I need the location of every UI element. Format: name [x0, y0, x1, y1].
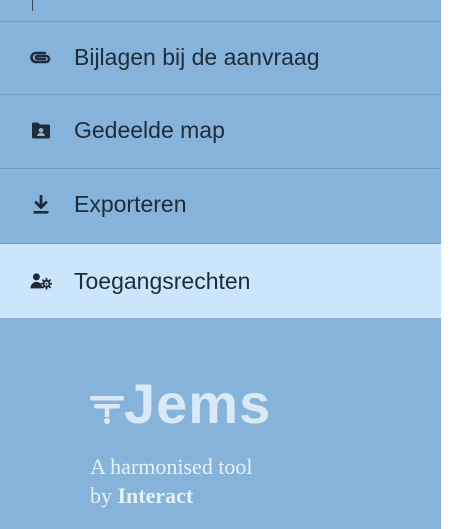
sidebar-item-shared-folder[interactable]: Gedeelde map — [0, 94, 441, 166]
sidebar-item-export[interactable]: Exporteren — [0, 168, 441, 240]
jems-logo-mark-icon — [90, 396, 124, 424]
paperclip-icon — [30, 47, 52, 69]
sidebar-item-label: Gedeelde map — [74, 117, 225, 143]
tagline-line-2: by Interact — [90, 483, 193, 509]
logo-wordmark: Jems — [124, 372, 272, 435]
sidebar-item-label: Toegangsrechten — [74, 267, 251, 294]
download-icon — [30, 194, 52, 216]
tagline-brand: Interact — [117, 483, 194, 508]
sidebar-top-edge — [0, 0, 441, 21]
shared-folder-icon — [30, 120, 52, 142]
sidebar-item-attachments[interactable]: Bijlagen bij de aanvraag — [0, 21, 441, 93]
sidebar: Bijlagen bij de aanvraag Gedeelde map Ex… — [0, 0, 441, 529]
sidebar-item-label: Bijlagen bij de aanvraag — [74, 44, 320, 70]
tagline-line-1: A harmonised tool — [90, 454, 253, 479]
sidebar-item-access-rights[interactable]: Toegangsrechten — [0, 243, 441, 318]
sidebar-item-label: Exporteren — [74, 191, 187, 217]
user-settings-icon — [30, 270, 52, 292]
tagline-prefix: by — [90, 483, 112, 508]
divider — [32, 0, 33, 11]
jems-logo: Jems A harmonised tool by Interact — [90, 372, 390, 522]
